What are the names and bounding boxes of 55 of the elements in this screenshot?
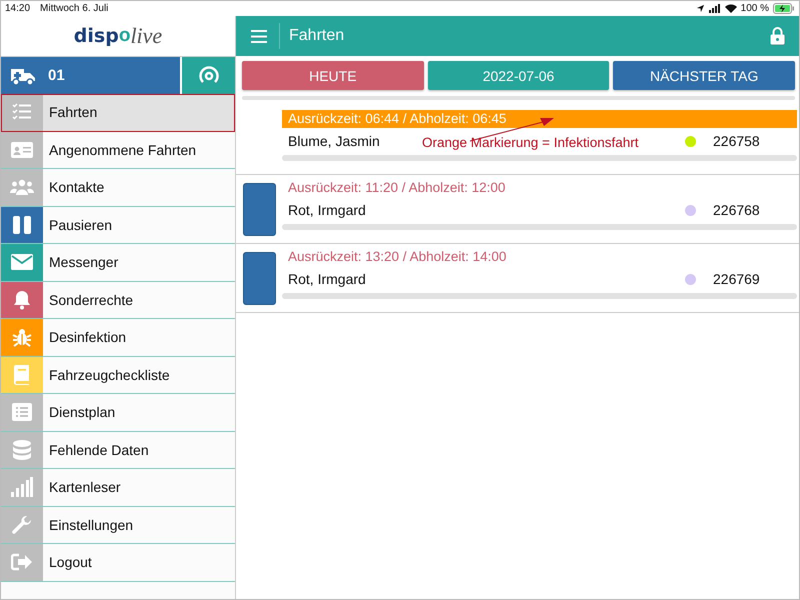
wifi-icon [724, 4, 737, 13]
book-icon [14, 364, 30, 385]
trip-times: Ausrückzeit: 11:20 / Abholzeit: 12:00 [287, 179, 506, 197]
trip-times: Ausrückzeit: 06:44 / Abholzeit: 06:45 [282, 110, 797, 128]
trip-number: 226768 [713, 202, 761, 218]
menu-item[interactable]: Kartenleser [1, 469, 235, 506]
trip-row[interactable]: Ausrückzeit: 13:20 / Abholzeit: 14:00 Rot, Irmgard 226769 [236, 244, 799, 313]
trip-row[interactable]: Ausrückzeit: 11:20 / Abholzeit: 12:00 Rot, Irmgard 226768 [236, 175, 799, 244]
menu-item[interactable]: Kontakte [1, 169, 235, 206]
database-icon [13, 440, 31, 460]
menu-item[interactable]: Einstellungen [1, 506, 235, 544]
menu-item[interactable]: Fahrzeugcheckliste [1, 356, 235, 394]
next-day-button[interactable]: NÄCHSTER TAG [613, 61, 796, 90]
patient-name: Rot, Irmgard [287, 202, 366, 218]
patient-name: Blume, Jasmin [287, 133, 380, 149]
today-button[interactable]: HEUTE [242, 61, 424, 90]
battery-charging-icon [773, 3, 795, 14]
menu-item[interactable]: Messenger [1, 244, 235, 282]
menu-item[interactable]: Sonderrechte [1, 282, 235, 319]
bug-icon [12, 327, 32, 348]
vehicle-number: 01 [48, 67, 65, 84]
pause-icon [12, 214, 32, 235]
lock-icon[interactable] [770, 27, 785, 45]
annotation-text: Orange Markierung = Infektionsfahrt [422, 135, 638, 150]
bell-icon [13, 290, 31, 310]
patient-name: Rot, Irmgard [287, 271, 366, 287]
signal-bars-icon [11, 477, 33, 498]
location-icon [696, 4, 705, 13]
page-title: Fahrten [289, 27, 344, 45]
broadcast-button[interactable] [182, 57, 235, 94]
people-icon [10, 179, 34, 196]
wrench-icon [12, 514, 32, 535]
battery-percentage: 100 % [740, 3, 769, 14]
status-date: Mittwoch 6. Juli [40, 3, 108, 14]
trip-number: 226769 [713, 271, 761, 287]
logout-icon [11, 553, 33, 572]
menu-item[interactable]: Angenommene Fahrten [1, 132, 235, 169]
cellular-signal-icon [708, 4, 721, 13]
menu-item[interactable]: Desinfektion [1, 319, 235, 356]
list-icon [12, 403, 32, 422]
menu-item[interactable]: Logout [1, 544, 235, 582]
envelope-icon [11, 254, 33, 270]
menu-item[interactable]: Fahrten [1, 94, 235, 132]
trip-number: 226758 [713, 133, 761, 149]
menu-item[interactable]: Pausieren [1, 206, 235, 244]
app-logo: dispolive [1, 16, 235, 57]
status-time: 14:20 [5, 3, 30, 14]
trip-times: Ausrückzeit: 13:20 / Abholzeit: 14:00 [287, 248, 508, 266]
id-card-icon [11, 142, 33, 158]
menu-item[interactable]: Dienstplan [1, 394, 235, 432]
vehicle-bar[interactable]: 01 [1, 57, 180, 94]
trip-row[interactable]: Ausrückzeit: 06:44 / Abholzeit: 06:45 Blume, Jasmin Orange Markierung = Infektionsfahrt 226758 [236, 106, 799, 175]
checklist-icon [12, 103, 32, 122]
menu-icon[interactable] [251, 30, 267, 42]
menu-item[interactable]: Fehlende Daten [1, 432, 235, 469]
